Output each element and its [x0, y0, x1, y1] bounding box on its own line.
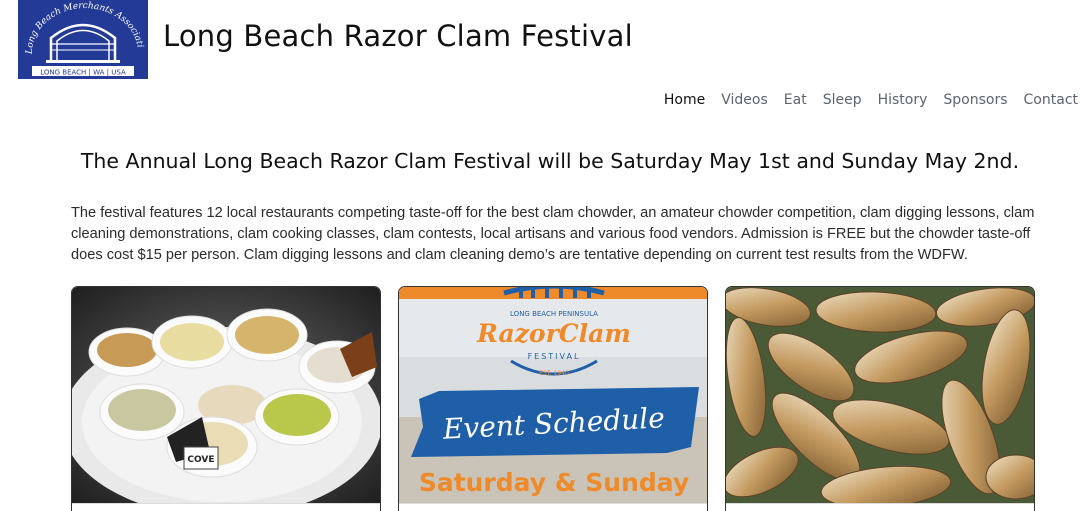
razor-clams-photo[interactable] [726, 287, 1034, 503]
event-schedule-poster[interactable]: LONG BEACH PENINSULA RazorClam FESTIVAL … [399, 287, 707, 503]
card-event-schedule[interactable]: LONG BEACH PENINSULA RazorClam FESTIVAL … [398, 286, 708, 511]
nav-eat[interactable]: Eat [776, 91, 815, 109]
chowder-cups-photo[interactable]: COVE [72, 287, 380, 503]
nav-sleep[interactable]: Sleep [815, 91, 870, 109]
intro-paragraph: The festival features 12 local restauran… [71, 205, 1035, 263]
card-body [726, 503, 1034, 511]
nav-videos[interactable]: Videos [713, 91, 776, 109]
site-title[interactable]: Long Beach Razor Clam Festival [163, 19, 633, 53]
page-headline: The Annual Long Beach Razor Clam Festiva… [80, 149, 1020, 173]
card-chowder[interactable]: COVE [71, 286, 381, 511]
card-razor-clams[interactable] [725, 286, 1035, 511]
nav-contact[interactable]: Contact [1016, 91, 1078, 109]
arch-logo-icon: Long Beach Merchants Association LONG BE… [18, 0, 148, 79]
card-body [399, 503, 707, 511]
svg-text:LONG BEACH | WA | USA: LONG BEACH | WA | USA [40, 69, 126, 77]
nav-history[interactable]: History [870, 91, 936, 109]
main-nav: Home Videos Eat Sleep History Sponsors C… [656, 91, 1078, 109]
site-logo[interactable]: Long Beach Merchants Association LONG BE… [18, 0, 148, 79]
svg-text:RazorClam: RazorClam [476, 319, 631, 348]
nav-sponsors[interactable]: Sponsors [935, 91, 1015, 109]
svg-text:FESTIVAL: FESTIVAL [528, 352, 581, 361]
svg-text:EST. 1940: EST. 1940 [539, 370, 569, 377]
svg-text:COVE: COVE [187, 455, 214, 465]
svg-text:Saturday & Sunday: Saturday & Sunday [419, 468, 689, 497]
svg-text:LONG BEACH PENINSULA: LONG BEACH PENINSULA [510, 310, 598, 318]
card-body [72, 503, 380, 511]
nav-home[interactable]: Home [656, 91, 713, 109]
